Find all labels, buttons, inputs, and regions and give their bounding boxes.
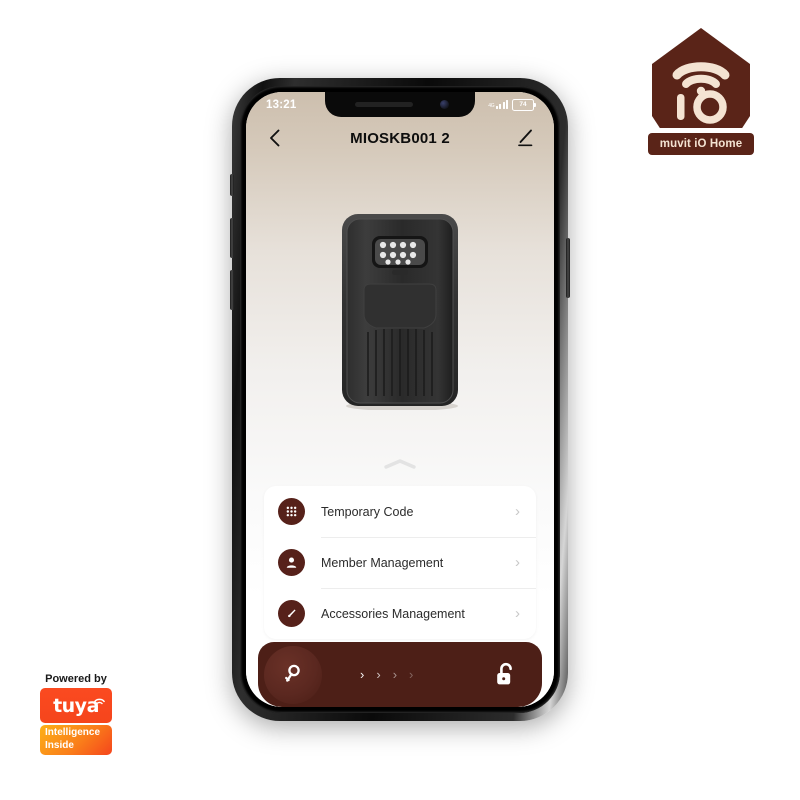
- tuya-tagline-line2: Inside: [45, 739, 74, 751]
- unlocked-padlock-icon[interactable]: [494, 662, 518, 688]
- slide-chevron-icon: ›: [360, 667, 365, 682]
- slide-to-unlock-bar[interactable]: › › › ›: [258, 642, 542, 707]
- chevron-up-handle-icon[interactable]: [383, 458, 417, 470]
- slide-chevron-icon: ›: [376, 667, 381, 682]
- chevron-right-icon: ›: [515, 503, 520, 520]
- battery-level-label: 74: [519, 101, 527, 108]
- signal-bars-icon: 4G: [488, 100, 508, 109]
- page-title: MIOSKB001 2: [350, 129, 450, 147]
- battery-icon: 74: [512, 98, 536, 111]
- tuya-tagline-box: Intelligence Inside: [40, 725, 112, 755]
- tuya-logo-box: tuya: [40, 688, 112, 723]
- phone-screen: 13:21 4G 74 MIOSKB001 2 Temporary Code ›…: [246, 92, 554, 707]
- menu-item-member-management[interactable]: Member Management ›: [264, 537, 536, 588]
- menu-item-accessories-management[interactable]: Accessories Management ›: [264, 588, 536, 639]
- logo-label: muvit iO Home: [659, 138, 743, 150]
- slide-chevrons: › › › ›: [360, 667, 413, 682]
- phone-notch: [325, 92, 475, 117]
- menu-card: Temporary Code › Member Management › Acc…: [264, 486, 536, 639]
- chevron-right-icon: ›: [515, 605, 520, 622]
- person-icon: [278, 549, 305, 576]
- logo-name-plate: muvit iO Home: [648, 133, 754, 155]
- menu-item-temporary-code[interactable]: Temporary Code ›: [264, 486, 536, 537]
- slide-chevron-icon: ›: [409, 667, 414, 682]
- status-indicators: 4G 74: [488, 98, 536, 111]
- tuya-powered-by-label: Powered by: [45, 673, 107, 685]
- menu-item-label: Accessories Management: [321, 606, 465, 621]
- status-clock: 13:21: [266, 98, 297, 111]
- slide-chevron-icon: ›: [392, 667, 398, 682]
- logo-wifi-and-io-icon: [672, 62, 730, 124]
- menu-item-label: Member Management: [321, 555, 444, 570]
- keypad-grid-icon: [278, 498, 305, 525]
- front-camera-icon: [440, 100, 449, 109]
- app-title-bar: MIOSKB001 2: [246, 117, 554, 159]
- volume-up-button[interactable]: [230, 218, 234, 258]
- network-type-label: 4G: [488, 103, 495, 109]
- tuya-wifi-icon: [94, 698, 105, 705]
- edit-pencil-icon[interactable]: [514, 127, 536, 149]
- tuya-powered-badge: Powered by tuya Intelligence Inside: [40, 673, 112, 755]
- earpiece-speaker: [355, 102, 413, 107]
- key-remote-icon: [278, 600, 305, 627]
- phone-bezel: 13:21 4G 74 MIOSKB001 2 Temporary Code ›…: [240, 86, 560, 713]
- key-lockbox-photo: [342, 214, 458, 410]
- muvit-io-home-logo: muvit iO Home: [648, 28, 754, 160]
- silent-switch-button[interactable]: [230, 174, 234, 196]
- back-chevron-icon[interactable]: [264, 127, 286, 149]
- chevron-right-icon: ›: [515, 554, 520, 571]
- tuya-wordmark: tuya: [53, 694, 99, 717]
- menu-item-label: Temporary Code: [321, 504, 414, 519]
- volume-down-button[interactable]: [230, 270, 234, 310]
- slide-knob-key-button[interactable]: [264, 645, 322, 704]
- key-icon: [285, 664, 300, 682]
- smartphone-mockup: 13:21 4G 74 MIOSKB001 2 Temporary Code ›…: [230, 78, 570, 721]
- power-button[interactable]: [566, 238, 570, 298]
- tuya-tagline-line1: Intelligence: [45, 727, 101, 738]
